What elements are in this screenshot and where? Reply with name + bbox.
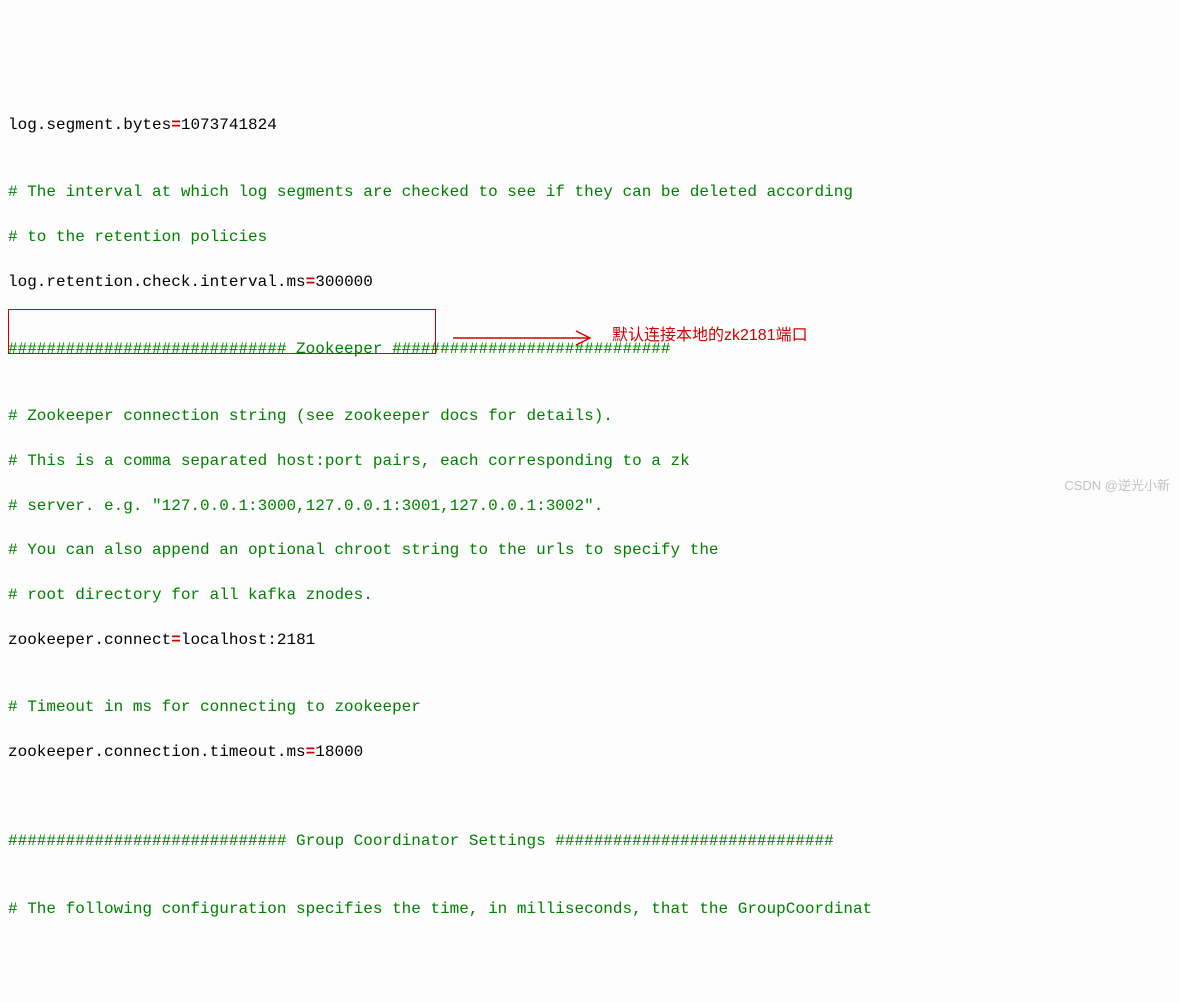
comment-line: # Zookeeper connection string (see zooke…: [8, 405, 1172, 427]
comment-line: # The interval at which log segments are…: [8, 181, 1172, 203]
section-header: ############################# Zookeeper …: [8, 338, 1172, 360]
config-key: zookeeper.connect: [8, 631, 171, 649]
config-key: log.retention.check.interval.ms: [8, 273, 306, 291]
config-line: zookeeper.connection.timeout.ms=18000: [8, 741, 1172, 763]
comment-line: # You can also append an optional chroot…: [8, 539, 1172, 561]
config-key: log.segment.bytes: [8, 116, 171, 134]
annotation-text: 默认连接本地的zk2181端口: [612, 325, 808, 347]
config-value: 18000: [315, 743, 363, 761]
comment-line: # root directory for all kafka znodes.: [8, 584, 1172, 606]
config-value: 1073741824: [181, 116, 277, 134]
watermark-text: CSDN @逆光小新: [1064, 477, 1170, 495]
comment-line: # server. e.g. "127.0.0.1:3000,127.0.0.1…: [8, 495, 1172, 517]
config-line: zookeeper.connect=localhost:2181: [8, 629, 1172, 651]
comment-line: # Timeout in ms for connecting to zookee…: [8, 696, 1172, 718]
equals-sign: =: [306, 273, 316, 291]
equals-sign: =: [171, 631, 181, 649]
config-key: zookeeper.connection.timeout.ms: [8, 743, 306, 761]
config-line: log.retention.check.interval.ms=300000: [8, 271, 1172, 293]
section-header: ############################# Group Coor…: [8, 830, 1172, 852]
config-line: log.segment.bytes=1073741824: [8, 114, 1172, 136]
comment-line: # to the retention policies: [8, 226, 1172, 248]
comment-line: # This is a comma separated host:port pa…: [8, 450, 1172, 472]
comment-line: # The following configuration specifies …: [8, 898, 1172, 920]
equals-sign: =: [171, 116, 181, 134]
equals-sign: =: [306, 743, 316, 761]
config-value: 300000: [315, 273, 373, 291]
code-block: log.segment.bytes=1073741824 # The inter…: [8, 92, 1172, 943]
config-value: localhost:2181: [181, 631, 315, 649]
